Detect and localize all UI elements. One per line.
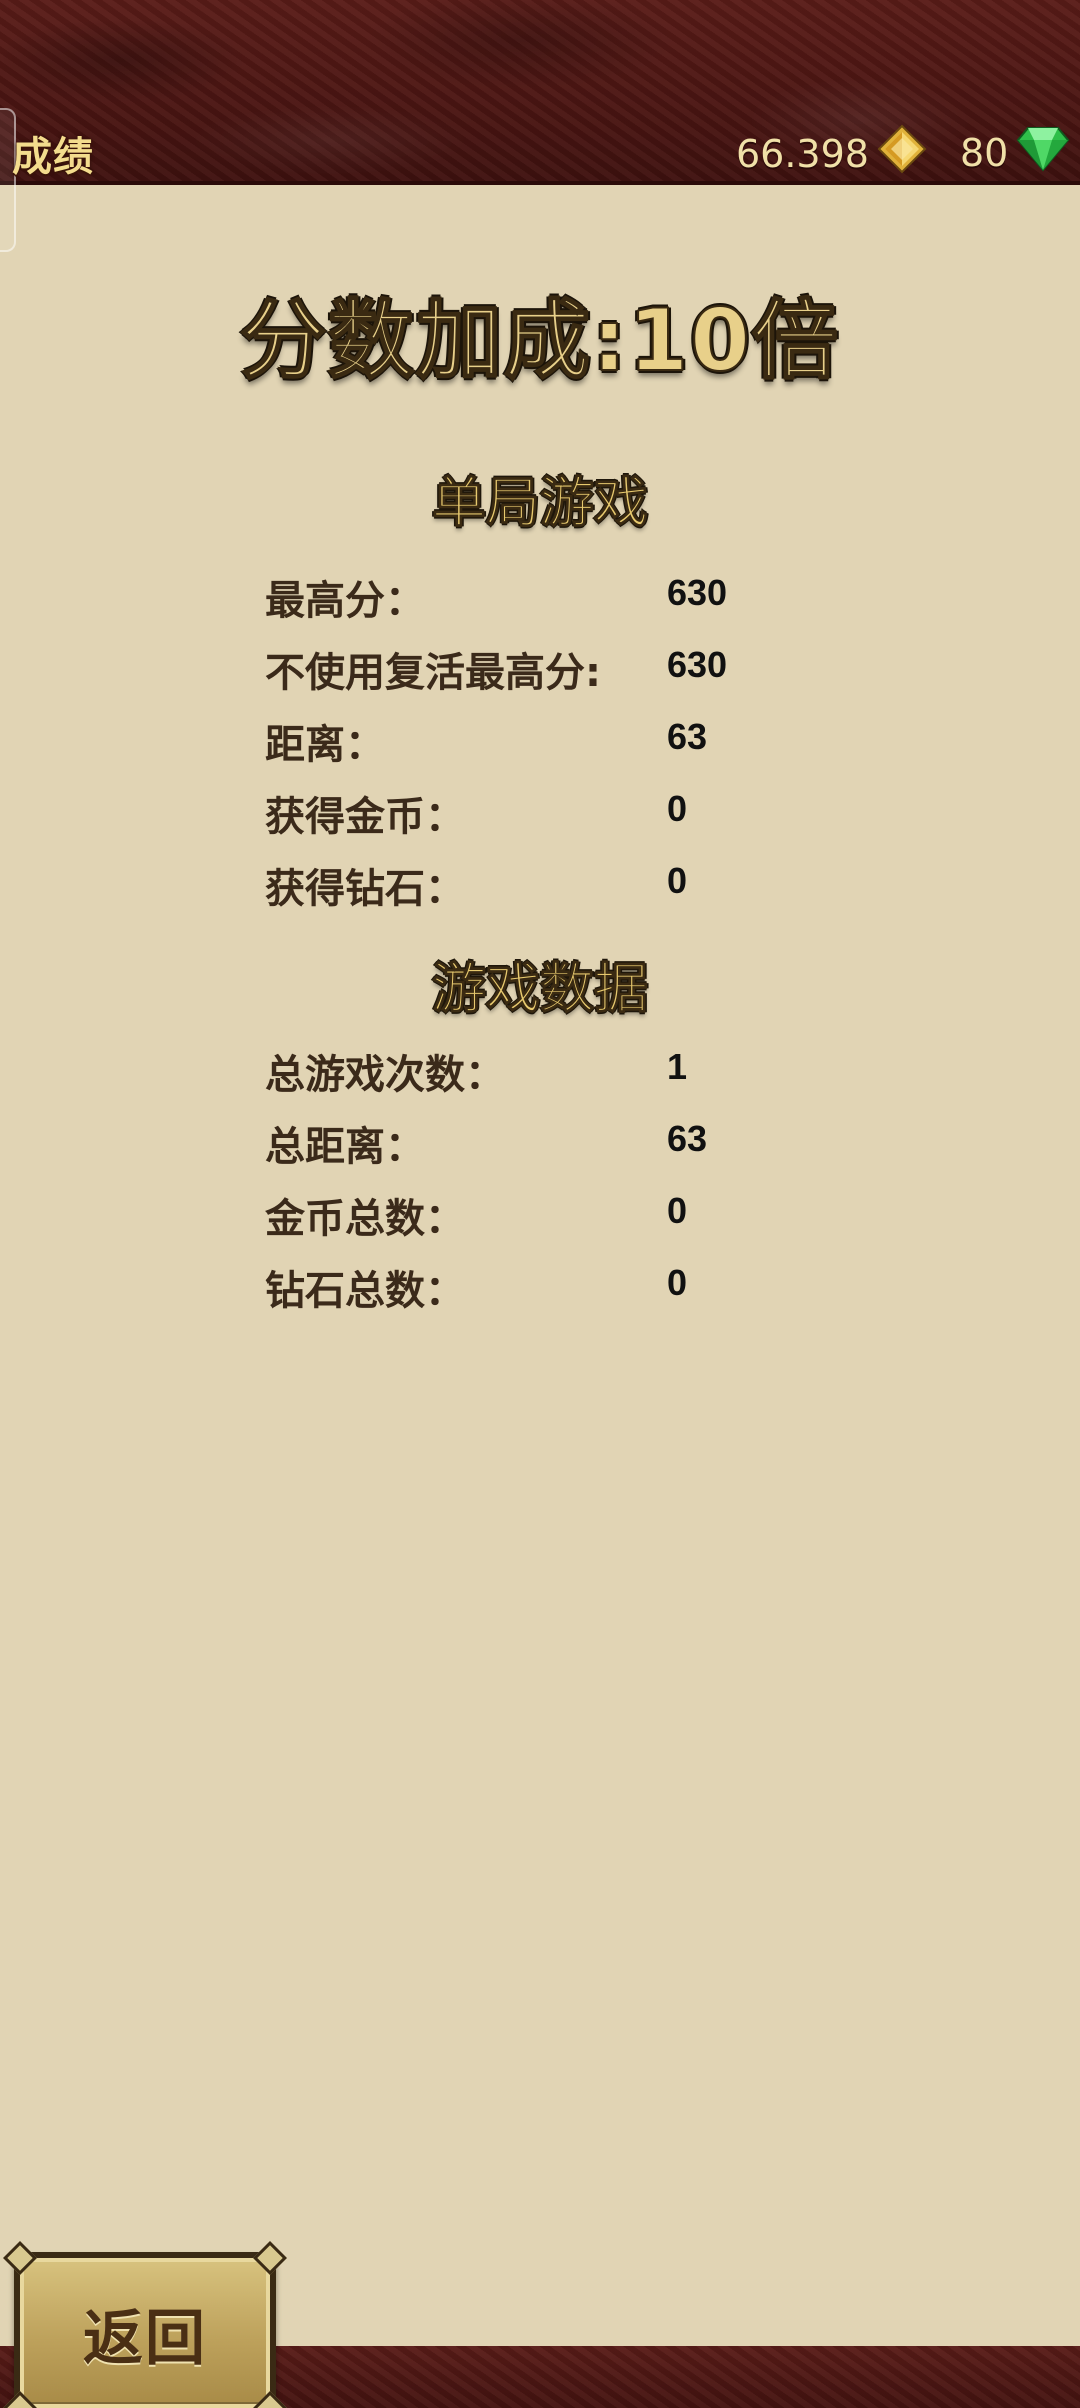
stat-value: 0: [667, 1262, 688, 1303]
back-button[interactable]: 返回: [3, 2241, 287, 2408]
single-game-heading: 单局游戏: [432, 471, 649, 535]
green-gem-icon: [1016, 124, 1070, 181]
screen-title: 成绩: [12, 134, 94, 180]
top-bar: 成绩 66.398 80: [0, 0, 1080, 252]
stat-row-high-score: 最高分： 630: [265, 568, 865, 628]
stat-value: 0: [667, 788, 688, 829]
score-bonus-title: 分数加成:10倍: [239, 290, 841, 392]
gold-diamond-icon: [877, 124, 927, 183]
gem-counter: 80: [960, 124, 1070, 181]
gold-counter: 66.398: [736, 124, 927, 183]
stat-label: 总距离：: [265, 1124, 425, 1170]
stat-label: 不使用复活最高分:: [265, 650, 601, 696]
stat-value: 1: [667, 1046, 688, 1087]
stat-value: 0: [667, 1190, 688, 1231]
stat-row-coins-earned: 获得金币： 0: [265, 784, 865, 844]
stat-row-total-coins: 金币总数： 0: [265, 1186, 865, 1246]
gem-amount: 80: [960, 130, 1009, 175]
stats-screen: 成绩 66.398 80 分数加成:10倍 单局游戏 最高分： 630 不使用复…: [0, 0, 1080, 2408]
stat-value: 63: [667, 1118, 708, 1159]
stat-label: 距离：: [265, 722, 385, 768]
stat-label: 获得金币：: [265, 794, 465, 840]
game-stats-heading: 游戏数据: [432, 957, 649, 1021]
corner-ornament: [3, 2241, 37, 2275]
stat-value: 630: [667, 644, 728, 685]
gold-amount: 66.398: [736, 131, 869, 176]
stat-value: 63: [667, 716, 708, 757]
corner-ornament: [253, 2241, 287, 2275]
stat-label: 最高分：: [265, 578, 425, 624]
stat-row-total-distance: 总距离： 63: [265, 1114, 865, 1174]
stat-row-gems-earned: 获得钻石： 0: [265, 856, 865, 916]
stat-label: 金币总数：: [265, 1196, 465, 1242]
stat-row-total-games: 总游戏次数： 1: [265, 1042, 865, 1102]
back-button-label: 返回: [83, 2303, 207, 2374]
stat-value: 630: [667, 572, 728, 613]
stat-label: 钻石总数：: [265, 1268, 465, 1314]
stat-row-total-gems: 钻石总数： 0: [265, 1258, 865, 1318]
stat-value: 0: [667, 860, 688, 901]
stat-row-high-score-no-revive: 不使用复活最高分: 630: [265, 640, 865, 700]
stat-label: 总游戏次数：: [265, 1052, 505, 1098]
stat-label: 获得钻石：: [265, 866, 465, 912]
stat-row-distance: 距离： 63: [265, 712, 865, 772]
